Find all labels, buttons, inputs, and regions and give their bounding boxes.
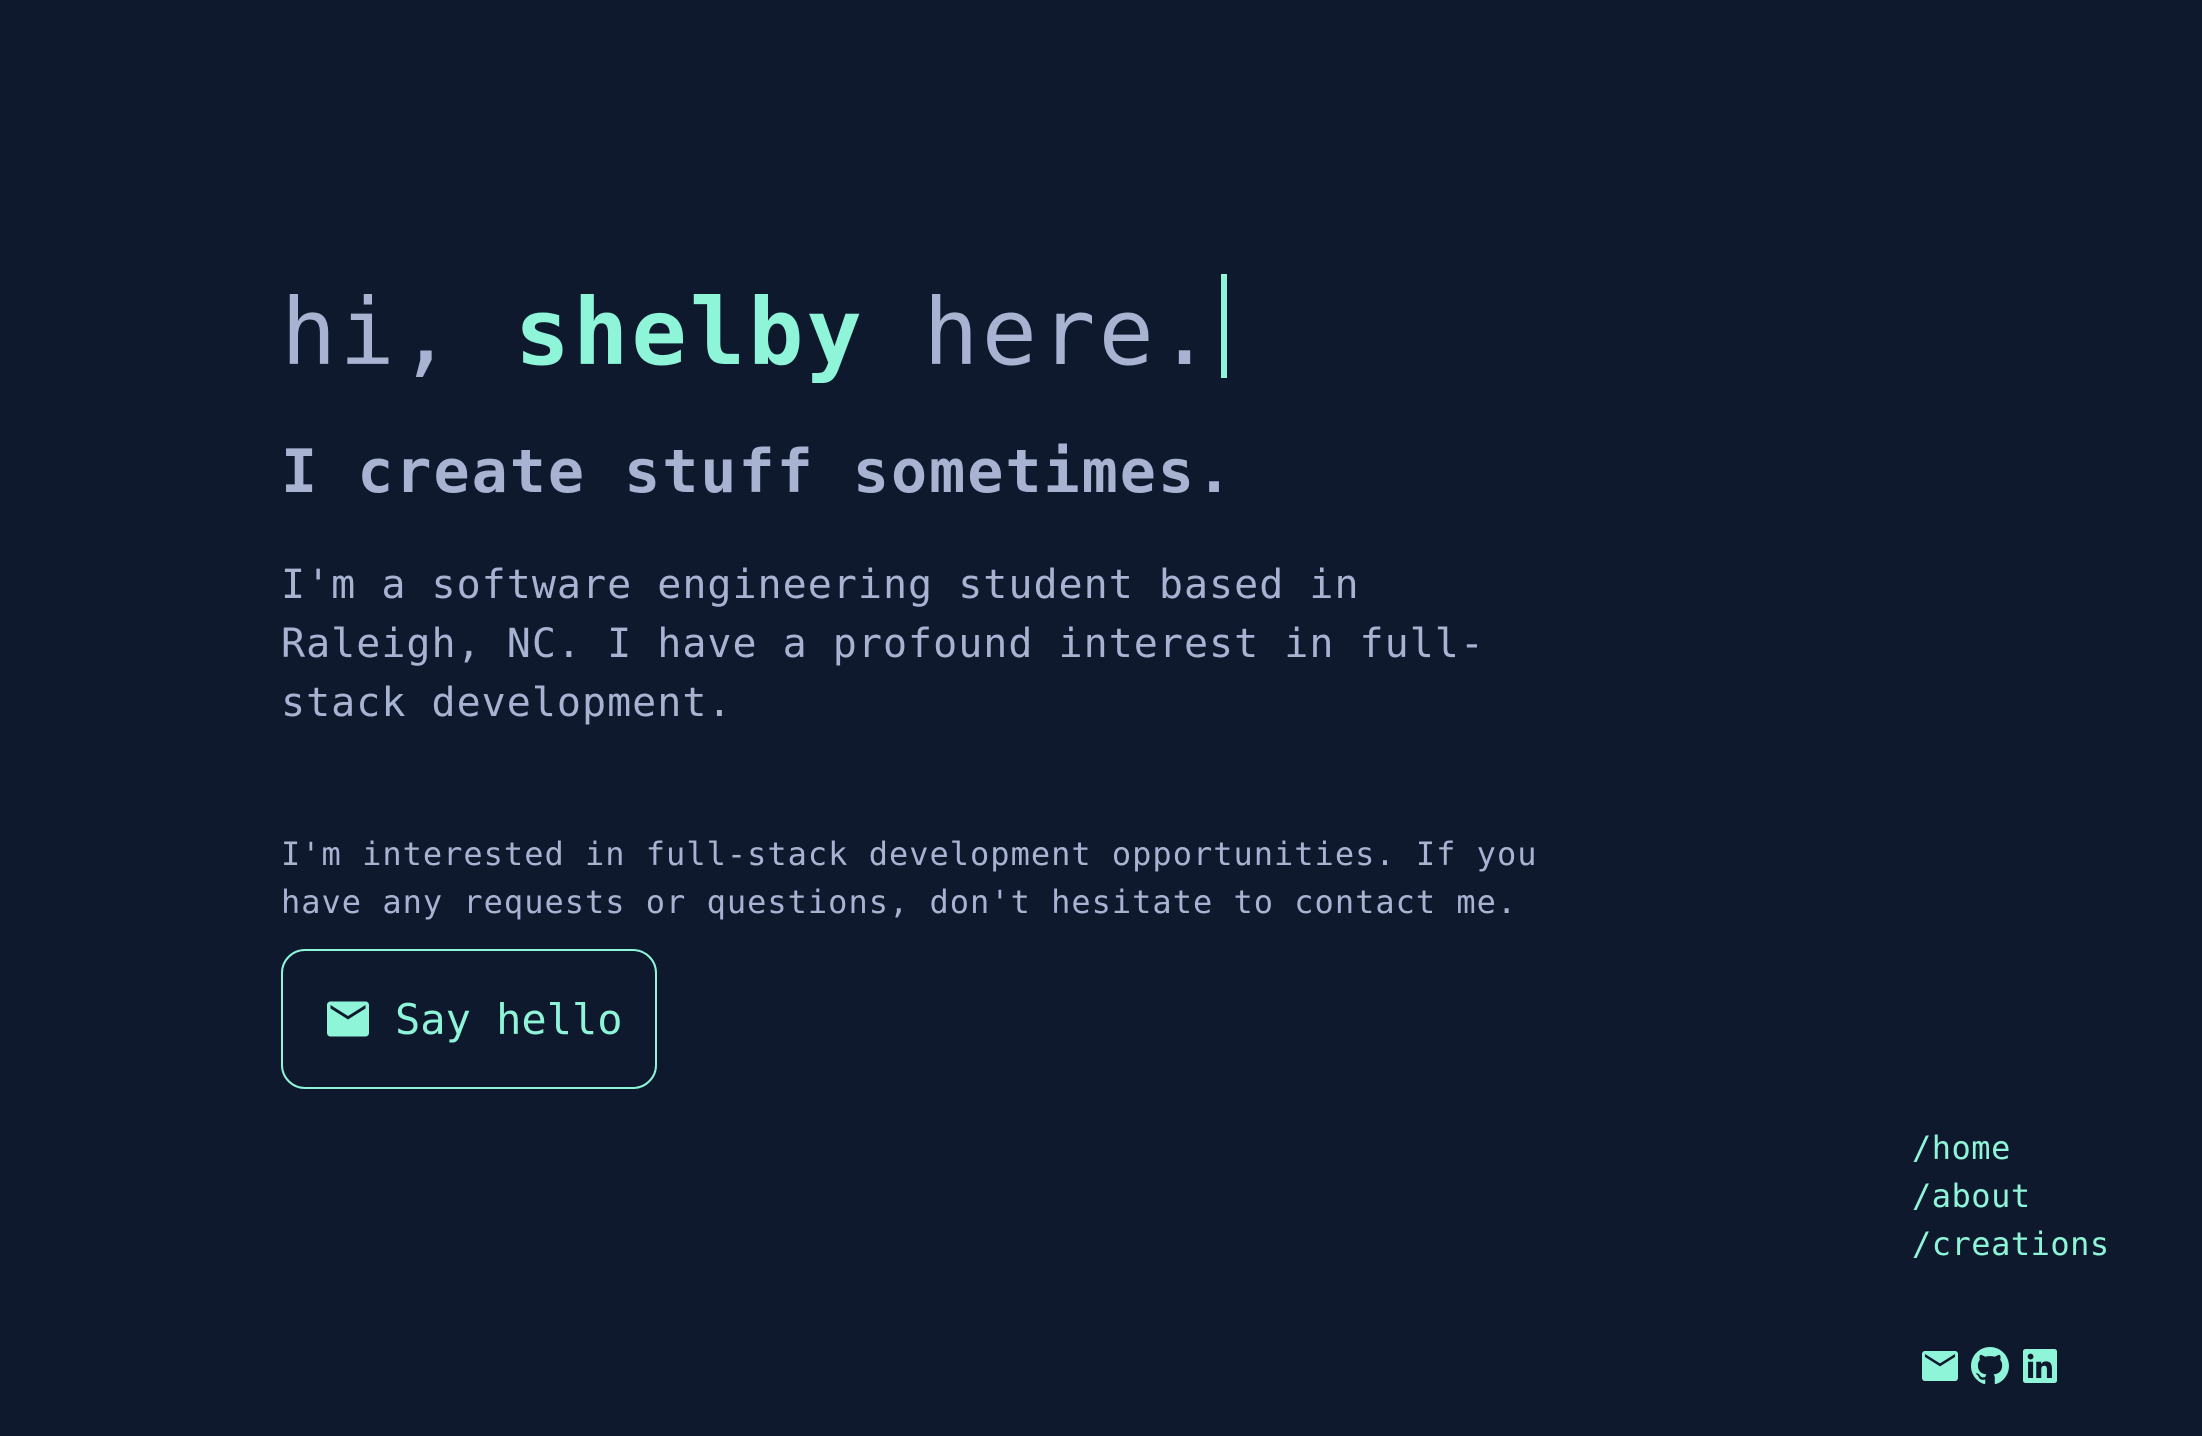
social-links xyxy=(1920,1346,2060,1386)
nav-item-creations: /creations xyxy=(1912,1220,2110,1268)
say-hello-button[interactable]: Say hello xyxy=(281,949,657,1089)
github-icon xyxy=(1971,1347,2009,1385)
greeting-suffix: here. xyxy=(864,279,1216,386)
intro-paragraph: I'm a software engineering student based… xyxy=(281,556,1521,733)
nav-item-about: /about xyxy=(1912,1172,2110,1220)
social-linkedin-link[interactable] xyxy=(2020,1346,2060,1386)
contact-note-line: have any requests or questions, don't he… xyxy=(281,883,1518,921)
typing-cursor xyxy=(1221,274,1228,378)
intro-line: stack development. xyxy=(281,680,733,726)
contact-note: I'm interested in full-stack development… xyxy=(281,830,1581,926)
greeting-prefix: hi, xyxy=(281,279,515,386)
intro-line: I'm a software engineering student based… xyxy=(281,562,1360,608)
say-hello-label: Say hello xyxy=(395,994,623,1044)
linkedin-icon xyxy=(2023,1349,2057,1383)
nav-link-creations[interactable]: /creations xyxy=(1912,1220,2110,1268)
intro-line: Raleigh, NC. I have a profound interest … xyxy=(281,621,1485,667)
social-github-link[interactable] xyxy=(1970,1346,2010,1386)
hero-section: hi, shelby here. I create stuff sometime… xyxy=(281,258,1581,1089)
mail-icon xyxy=(327,1001,369,1037)
contact-note-line: I'm interested in full-stack development… xyxy=(281,835,1538,873)
side-nav-list: /home /about /creations xyxy=(1912,1124,2110,1268)
nav-link-about[interactable]: /about xyxy=(1912,1172,2110,1220)
greeting-heading: hi, shelby here. xyxy=(281,258,1581,408)
nav-link-home[interactable]: /home xyxy=(1912,1124,2110,1172)
greeting-name: shelby xyxy=(514,279,865,386)
tagline: I create stuff sometimes. xyxy=(281,437,1235,507)
mail-icon xyxy=(1922,1351,1958,1381)
nav-item-home: /home xyxy=(1912,1124,2110,1172)
social-mail-link[interactable] xyxy=(1920,1346,1960,1386)
